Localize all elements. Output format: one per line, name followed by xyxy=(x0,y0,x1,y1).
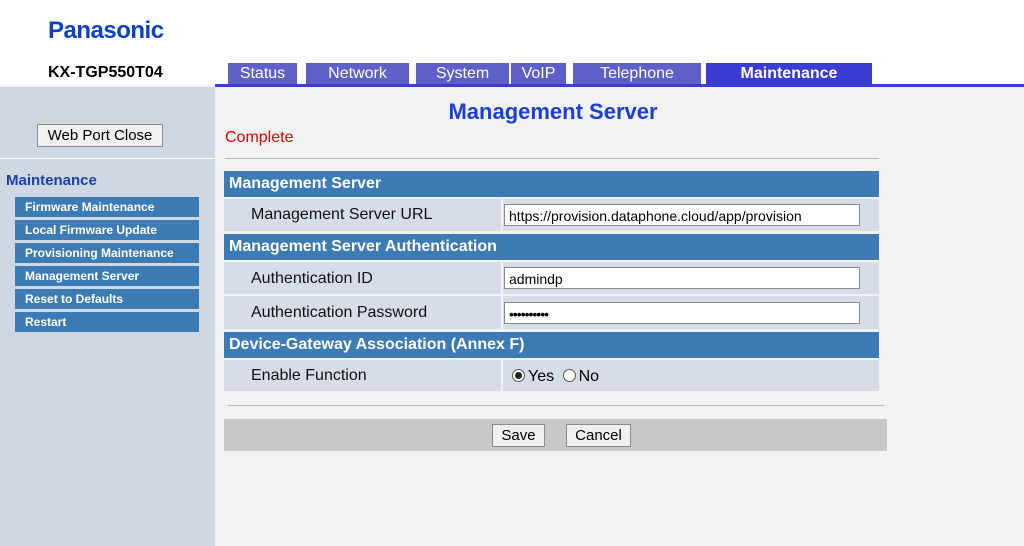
cell-divider xyxy=(501,360,503,391)
tab-maintenance[interactable]: Maintenance xyxy=(706,63,872,84)
enable-function-radio-group: Yes No xyxy=(512,368,599,386)
cell-divider xyxy=(501,262,503,294)
authentication-password-label: Authentication Password xyxy=(251,304,428,321)
tab-network[interactable]: Network xyxy=(306,63,409,84)
sidebar-item-management-server[interactable]: Management Server xyxy=(15,266,199,286)
top-divider xyxy=(225,158,879,159)
row-authentication-password: Authentication Password •••••••••• xyxy=(224,296,879,329)
status-message: Complete xyxy=(225,129,294,146)
web-port-close-button[interactable]: Web Port Close xyxy=(37,124,163,147)
authentication-id-input[interactable]: admindp xyxy=(504,267,860,289)
model-name: KX-TGP550T04 xyxy=(48,64,163,81)
tab-voip[interactable]: VoIP xyxy=(511,63,566,84)
sidebar-item-provisioning-maintenance[interactable]: Provisioning Maintenance xyxy=(15,243,199,263)
save-button[interactable]: Save xyxy=(492,424,545,447)
section-header-authentication: Management Server Authentication xyxy=(224,234,879,260)
section-header-annex-f: Device-Gateway Association (Annex F) xyxy=(224,332,879,358)
tab-system[interactable]: System xyxy=(416,63,509,84)
enable-function-label: Enable Function xyxy=(251,367,367,384)
sidebar-item-firmware-maintenance[interactable]: Firmware Maintenance xyxy=(15,197,199,217)
enable-yes-label: Yes xyxy=(528,368,555,385)
enable-no-label: No xyxy=(578,368,600,385)
header: Panasonic KX-TGP550T04 Status Network Sy… xyxy=(0,0,1024,87)
sidebar-divider xyxy=(0,158,215,159)
authentication-password-input[interactable]: •••••••••• xyxy=(504,302,860,324)
tab-status[interactable]: Status xyxy=(228,63,297,84)
enable-no-radio[interactable] xyxy=(562,369,576,382)
sidebar-item-reset-to-defaults[interactable]: Reset to Defaults xyxy=(15,289,199,309)
management-server-url-label: Management Server URL xyxy=(251,206,433,223)
sidebar-item-restart[interactable]: Restart xyxy=(15,312,199,332)
bottom-divider xyxy=(228,405,884,406)
cell-divider xyxy=(501,296,503,329)
action-bar xyxy=(224,419,887,451)
authentication-id-label: Authentication ID xyxy=(251,270,373,287)
section-header-management-server: Management Server xyxy=(224,171,879,197)
row-management-server-url: Management Server URL https://provision.… xyxy=(224,199,879,231)
tab-telephone[interactable]: Telephone xyxy=(573,63,701,84)
brand-logo: Panasonic xyxy=(48,17,164,44)
enable-yes-radio[interactable] xyxy=(512,369,525,382)
management-server-url-input[interactable]: https://provision.dataphone.cloud/app/pr… xyxy=(504,204,860,226)
cell-divider xyxy=(501,199,503,231)
sidebar-item-local-firmware-update[interactable]: Local Firmware Update xyxy=(15,220,199,240)
row-enable-function: Enable Function Yes No xyxy=(224,360,879,391)
page-title: Management Server xyxy=(448,99,658,124)
row-authentication-id: Authentication ID admindp xyxy=(224,262,879,294)
header-divider xyxy=(215,84,1024,87)
sidebar-section-title: Maintenance xyxy=(6,172,97,189)
cancel-button[interactable]: Cancel xyxy=(566,424,631,447)
